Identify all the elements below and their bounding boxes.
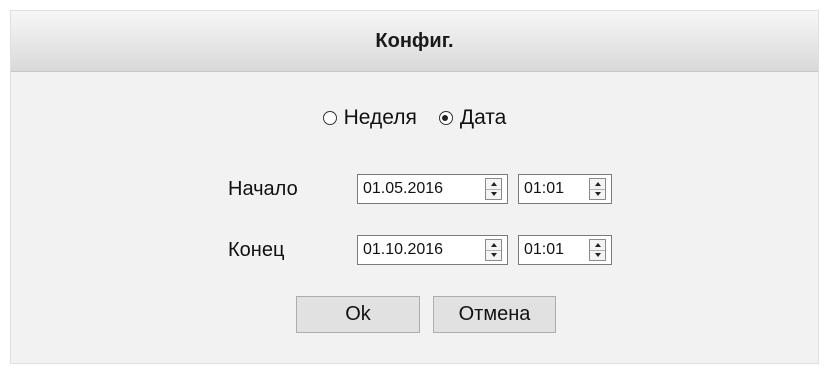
- start-time-spinner[interactable]: 01:01: [518, 174, 612, 204]
- arrow-up-icon: [594, 181, 601, 186]
- end-row: Конец 01.10.2016 01:01: [0, 235, 829, 265]
- start-date-spinner[interactable]: 01.05.2016: [357, 174, 508, 204]
- arrow-down-icon: [490, 253, 497, 258]
- end-time-value[interactable]: 01:01: [519, 241, 589, 259]
- arrow-up-icon: [490, 181, 497, 186]
- arrow-up-icon: [594, 242, 601, 247]
- radio-week-label: Неделя: [343, 106, 417, 129]
- arrow-down-icon: [594, 192, 601, 197]
- end-date-spinner[interactable]: 01.10.2016: [357, 235, 508, 265]
- end-time-up-button[interactable]: [590, 240, 605, 251]
- arrow-down-icon: [594, 253, 601, 258]
- mode-radio-group: Неделя Дата: [0, 106, 829, 130]
- start-label: Начало: [228, 178, 298, 200]
- cancel-button[interactable]: Отмена: [433, 296, 556, 333]
- end-time-down-button[interactable]: [590, 251, 605, 261]
- arrow-down-icon: [490, 192, 497, 197]
- start-time-up-button[interactable]: [590, 179, 605, 190]
- end-date-up-button[interactable]: [486, 240, 501, 251]
- end-date-spin-buttons: [485, 239, 502, 261]
- end-label: Конец: [228, 239, 285, 261]
- radio-date-circle-icon[interactable]: [438, 111, 453, 125]
- ok-button[interactable]: Ok: [296, 296, 420, 333]
- end-date-down-button[interactable]: [486, 251, 501, 261]
- start-date-value[interactable]: 01.05.2016: [358, 180, 485, 198]
- dialog-title: Конфиг.: [375, 29, 454, 52]
- end-time-spinner[interactable]: 01:01: [518, 235, 612, 265]
- radio-date-label: Дата: [459, 106, 507, 129]
- start-time-down-button[interactable]: [590, 190, 605, 200]
- start-date-spin-buttons: [485, 178, 502, 200]
- end-date-value[interactable]: 01.10.2016: [358, 241, 485, 259]
- start-date-up-button[interactable]: [486, 179, 501, 190]
- arrow-up-icon: [490, 242, 497, 247]
- start-time-value[interactable]: 01:01: [519, 180, 589, 198]
- start-time-spin-buttons: [589, 178, 606, 200]
- end-time-spin-buttons: [589, 239, 606, 261]
- radio-date[interactable]: Дата: [438, 106, 507, 130]
- radio-week-circle-icon[interactable]: [322, 111, 337, 125]
- title-bar: Конфиг.: [11, 11, 818, 72]
- start-row: Начало 01.05.2016 01:01: [0, 174, 829, 204]
- radio-week[interactable]: Неделя: [322, 106, 417, 130]
- start-date-down-button[interactable]: [486, 190, 501, 200]
